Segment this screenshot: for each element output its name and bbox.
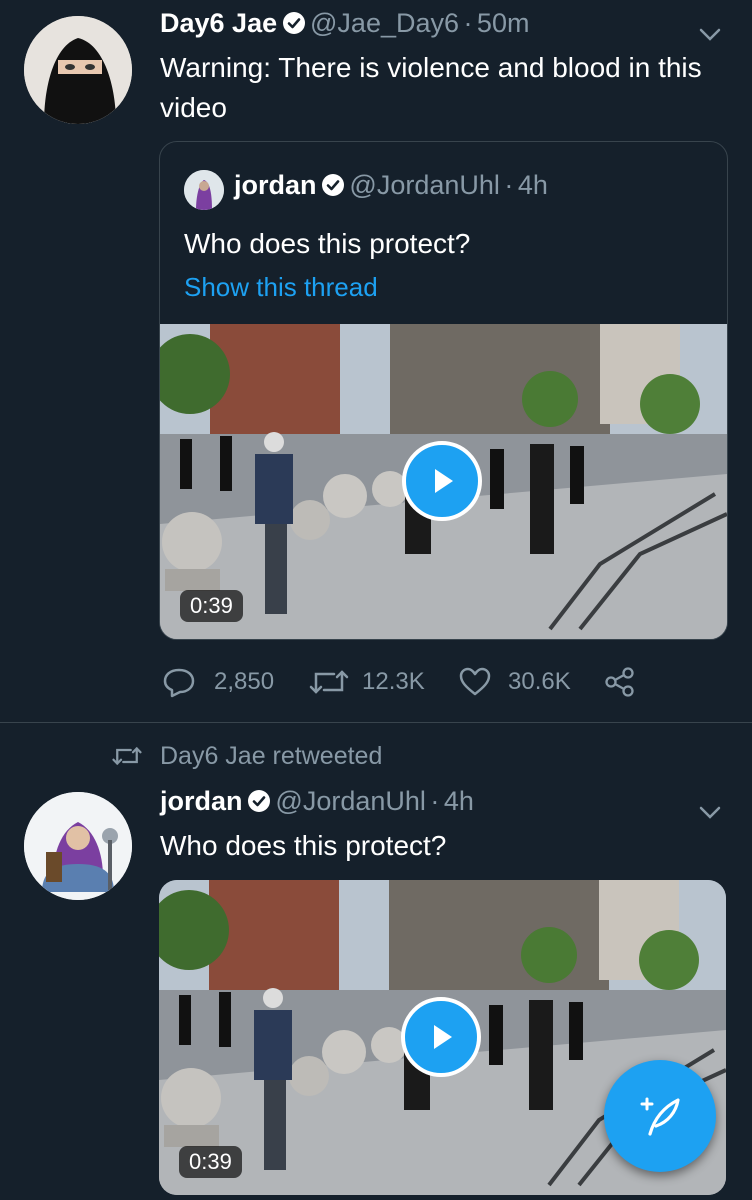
tweet-divider [0,722,752,723]
reply-button[interactable]: 2,850 [162,666,274,698]
quoted-display-name: jordan [234,170,317,200]
play-icon [434,1025,452,1049]
quoted-avatar [184,170,224,210]
play-video-button[interactable] [401,997,481,1077]
quoted-timestamp: 4h [517,170,548,200]
like-icon [459,667,491,696]
retweet-icon [309,670,349,694]
retweeted-by-label: Day6 Jae retweeted [160,741,383,770]
retweet-button[interactable]: 12.3K [308,666,425,698]
tweet1-timestamp[interactable]: 50m [477,8,530,38]
play-video-button[interactable] [402,441,482,521]
video-duration: 0:39 [179,1146,242,1178]
quoted-tweet-card[interactable]: jordan @JordanUhl · 4h Who does this pro… [159,141,728,640]
tweet2-handle[interactable]: @JordanUhl [275,786,425,816]
tweet2-text: Who does this protect? [160,830,447,861]
video-duration: 0:39 [180,590,243,622]
retweet-context[interactable]: Day6 Jae retweeted [110,740,382,772]
share-icon [605,667,634,697]
compose-tweet-button[interactable] [604,1060,716,1172]
like-count: 30.6K [508,668,571,695]
quoted-handle: @JordanUhl [349,170,500,200]
verified-badge-icon [247,789,271,813]
retweet-context-icon [112,746,142,766]
tweet2-display-name[interactable]: jordan [160,786,243,816]
reply-count: 2,850 [214,668,275,695]
verified-badge-icon [282,11,306,35]
tweet1-display-name[interactable]: Day6 Jae [160,8,277,38]
quoted-time-separator: · [504,170,514,200]
compose-tweet-icon [640,1097,680,1136]
show-thread-link[interactable]: Show this thread [184,272,378,303]
chevron-down-icon[interactable] [696,798,724,826]
retweet-count: 12.3K [362,668,425,695]
share-button[interactable] [604,666,636,703]
tweet1-handle[interactable]: @Jae_Day6 [310,8,459,38]
like-button[interactable]: 30.6K [458,666,571,698]
tweet2-timestamp[interactable]: 4h [444,786,474,816]
tweet2-avatar[interactable] [24,792,132,900]
tweet2-time-separator: · [430,786,440,816]
tweet1-time-separator: · [463,8,473,38]
reply-icon [163,668,195,698]
play-icon [435,469,453,493]
tweet1-text: Warning: There is violence and blood in … [160,52,702,123]
quoted-video[interactable]: 0:39 [160,324,727,639]
tweet1-avatar[interactable] [24,16,132,124]
quoted-text: Who does this protect? [184,228,471,259]
verified-badge-icon [321,173,345,197]
chevron-down-icon[interactable] [696,20,724,48]
